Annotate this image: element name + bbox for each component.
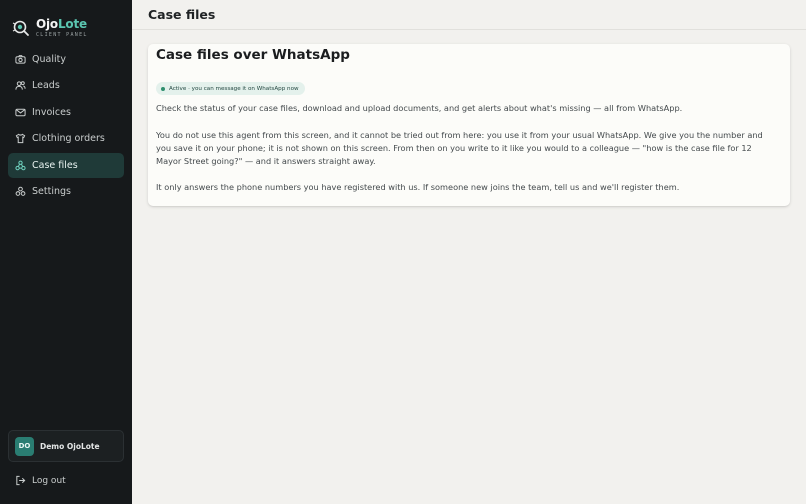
sidebar-item-invoices[interactable]: Invoices — [8, 100, 124, 125]
logout-button[interactable]: Log out — [15, 475, 66, 486]
brand-subtitle: CLIENT PANEL — [36, 32, 88, 38]
sidebar-item-label: Case files — [32, 159, 78, 171]
brand[interactable]: OjoLote CLIENT PANEL — [0, 0, 132, 44]
settings-icon — [15, 186, 26, 197]
topbar: Case files — [132, 0, 806, 30]
sidebar-item-clothing-orders[interactable]: Clothing orders — [8, 126, 124, 151]
camera-icon — [15, 54, 26, 65]
whatsapp-agent-card: Case files over WhatsApp Active · you ca… — [148, 44, 790, 206]
sidebar-item-label: Clothing orders — [32, 133, 105, 145]
sidebar-item-case-files[interactable]: Case files — [8, 152, 124, 178]
mail-icon — [15, 107, 26, 118]
status-dot-icon — [161, 86, 165, 91]
description-paragraph: Check the status of your case files, dow… — [156, 103, 683, 113]
logout-label: Log out — [32, 475, 66, 486]
avatar: DO — [15, 436, 34, 456]
brand-name: OjoLote — [36, 17, 87, 31]
access-paragraph: It only answers the phone numbers you ha… — [156, 182, 680, 192]
main-content: Case files Case files over WhatsApp Acti… — [132, 0, 806, 504]
card-title: Case files over WhatsApp — [156, 47, 350, 63]
sidebar-item-leads[interactable]: Leads — [8, 73, 124, 98]
shirt-icon — [15, 133, 26, 144]
eye-logo-icon — [12, 19, 30, 37]
sidebar: OjoLote CLIENT PANEL Quality Leads Invoi… — [0, 0, 132, 504]
sidebar-item-quality[interactable]: Quality — [8, 47, 124, 72]
users-icon — [15, 80, 26, 91]
status-badge-text: Active · you can message it on WhatsApp … — [169, 85, 299, 92]
page-title: Case files — [148, 7, 216, 22]
folder-network-icon — [15, 160, 26, 171]
sidebar-item-label: Leads — [32, 80, 60, 92]
sidebar-item-label: Invoices — [32, 106, 71, 118]
logout-icon — [15, 475, 26, 486]
user-name: Demo OjoLote — [40, 441, 100, 451]
sidebar-item-label: Quality — [32, 54, 66, 65]
sidebar-item-label: Settings — [32, 185, 71, 197]
status-badge: Active · you can message it on WhatsApp … — [156, 82, 305, 95]
usage-paragraph: You do not use this agent from this scre… — [156, 130, 763, 166]
sidebar-nav: Quality Leads Invoices Clothing orders C… — [0, 47, 132, 204]
sidebar-item-settings[interactable]: Settings — [8, 179, 124, 204]
user-card[interactable]: DO Demo OjoLote — [8, 430, 124, 462]
